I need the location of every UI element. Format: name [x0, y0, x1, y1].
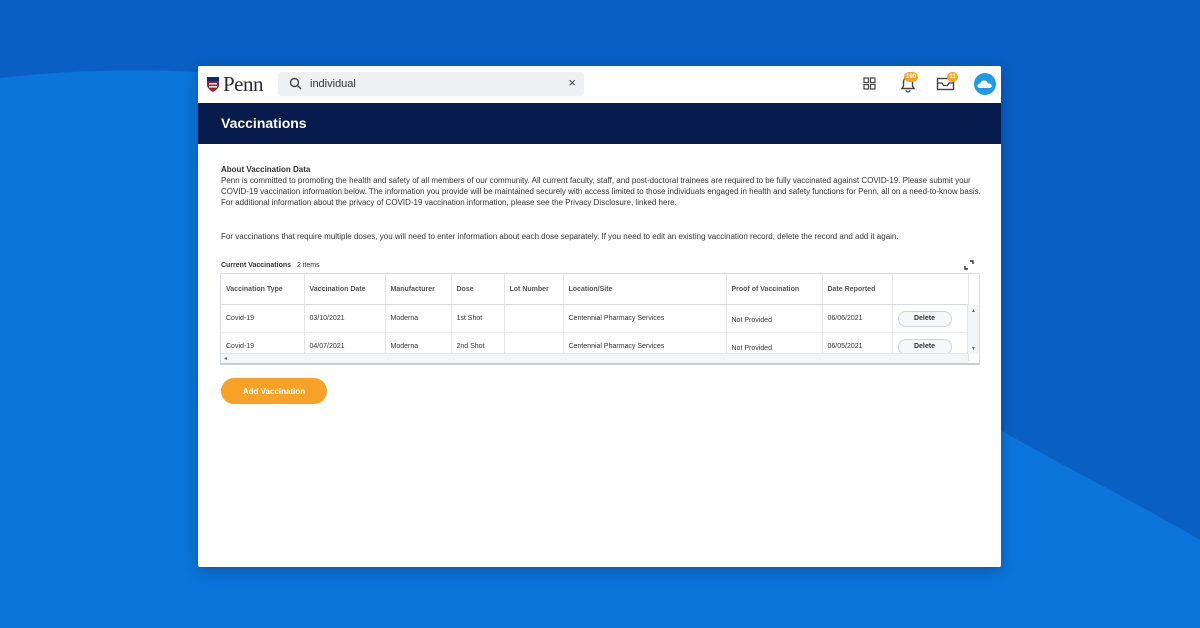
vertical-scrollbar[interactable]: ▲ ▼: [967, 305, 979, 354]
add-vaccination-button[interactable]: Add Vaccination: [221, 378, 327, 404]
top-bar: Penn × 190 11: [198, 66, 1001, 103]
scroll-up-icon[interactable]: ▲: [971, 308, 976, 314]
about-text: Penn is committed to promoting the healt…: [221, 176, 981, 207]
vaccination-type-cell: Covid-19: [221, 304, 305, 333]
search-bar: ×: [278, 72, 584, 96]
proof-cell: Not Provided: [726, 304, 823, 333]
date-reported-cell: 06/06/2021: [822, 304, 893, 333]
actions-cell: Delete: [892, 304, 969, 333]
page-title: Vaccinations: [221, 115, 307, 131]
inbox-badge: 11: [947, 72, 958, 82]
vaccination-date-cell: 03/10/2021: [304, 304, 386, 333]
horizontal-scrollbar[interactable]: ◂: [221, 353, 968, 363]
about-title: About Vaccination Data: [221, 165, 311, 174]
scroll-down-icon[interactable]: ▼: [971, 346, 976, 352]
apps-grid-icon[interactable]: [863, 77, 876, 90]
current-vaccinations-header: Current Vaccinations 2 items: [221, 262, 320, 269]
column-header[interactable]: Location/Site: [563, 274, 727, 305]
app-window: Penn × 190 11: [198, 66, 1001, 567]
clear-search-icon[interactable]: ×: [568, 75, 576, 91]
table-header-row: Vaccination Type Vaccination Date Manufa…: [221, 274, 969, 305]
location-cell: Centennial Pharmacy Services: [563, 304, 727, 333]
vaccinations-table: Vaccination Type Vaccination Date Manufa…: [221, 274, 969, 361]
manufacturer-cell: Moderna: [385, 304, 452, 333]
scroll-left-icon[interactable]: ◂: [224, 355, 227, 362]
column-header[interactable]: Vaccination Type: [221, 274, 305, 305]
penn-shield-icon: [207, 76, 219, 92]
vaccinations-grid: Vaccination Type Vaccination Date Manufa…: [220, 273, 980, 365]
search-icon: [289, 77, 302, 90]
column-header[interactable]: Proof of Vaccination: [726, 274, 823, 305]
expand-icon[interactable]: [964, 260, 974, 270]
current-vaccinations-label: Current Vaccinations: [221, 262, 292, 269]
about-section: About Vaccination Data Penn is committed…: [221, 164, 981, 241]
page-header: Vaccinations: [198, 103, 1001, 144]
logo-text: Penn: [223, 72, 264, 96]
penn-logo[interactable]: Penn: [206, 72, 264, 96]
user-avatar[interactable]: [974, 73, 996, 95]
multi-dose-text: For vaccinations that require multiple d…: [221, 232, 899, 241]
item-count: 2 items: [297, 262, 320, 269]
column-header[interactable]: Lot Number: [504, 274, 564, 305]
lot-number-cell: [504, 304, 564, 333]
dose-cell: 1st Shot: [451, 304, 505, 333]
delete-button[interactable]: Delete: [897, 310, 952, 327]
notification-badge: 190: [904, 72, 919, 82]
column-header[interactable]: Manufacturer: [385, 274, 452, 305]
search-input[interactable]: [310, 75, 550, 93]
table-row[interactable]: Covid-19 03/10/2021 Moderna 1st Shot Cen…: [221, 304, 969, 333]
column-header[interactable]: Vaccination Date: [304, 274, 386, 305]
column-header[interactable]: Dose: [451, 274, 505, 305]
cloud-avatar-icon: [977, 80, 992, 88]
column-header[interactable]: Date Reported: [822, 274, 893, 305]
column-header: [892, 274, 969, 305]
